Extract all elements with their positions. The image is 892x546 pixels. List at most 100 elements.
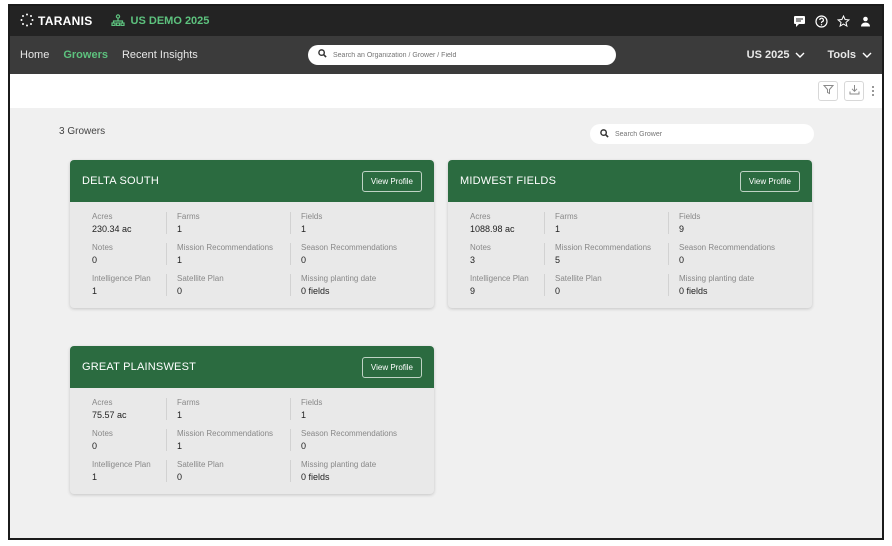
stat-season-recommendations: Season Recommendations 0 (668, 243, 800, 265)
stat-label: Missing planting date (301, 274, 377, 283)
stat-value: 5 (555, 255, 561, 265)
brand-name: TARANIS (38, 14, 93, 28)
stat-label: Acres (92, 212, 113, 221)
grower-card: DELTA SOUTH View Profile Acres 230.34 ac … (70, 160, 434, 308)
help-icon[interactable] (814, 14, 828, 28)
stat-label: Intelligence Plan (92, 274, 151, 283)
stat-label: Mission Recommendations (177, 429, 274, 438)
view-profile-button[interactable]: View Profile (361, 356, 422, 378)
chat-icon[interactable] (792, 14, 806, 28)
stat-value: 1 (177, 255, 183, 265)
season-dropdown[interactable]: US 2025 (747, 49, 806, 61)
star-icon[interactable] (836, 14, 850, 28)
stat-label: Acres (92, 398, 113, 407)
card-header: DELTA SOUTH View Profile (70, 160, 434, 202)
grower-card: GREAT PLAINSWEST View Profile Acres 75.57… (70, 346, 434, 494)
stat-notes: Notes 0 (82, 243, 166, 265)
download-button[interactable] (844, 81, 864, 101)
view-profile-button[interactable]: View Profile (361, 170, 422, 192)
filter-icon (822, 82, 834, 100)
global-search-input[interactable] (333, 51, 606, 59)
tools-dropdown[interactable]: Tools (827, 49, 872, 61)
stat-farms: Farms 1 (166, 398, 290, 420)
stat-farms: Farms 1 (166, 212, 290, 234)
stat-intelligence-plan: Intelligence Plan 1 (82, 274, 166, 296)
stat-value: 0 (301, 441, 307, 451)
organization-icon (110, 13, 125, 29)
stat-label: Notes (92, 429, 113, 438)
stat-label: Season Recommendations (301, 429, 398, 438)
grower-name: DELTA SOUTH (82, 175, 159, 187)
nav-home[interactable]: Home (20, 49, 49, 61)
main-content: 3 Growers DELTA SOUTH View Profile Acres… (10, 108, 882, 538)
stat-season-recommendations: Season Recommendations 0 (290, 243, 422, 265)
stat-value: 1088.98 ac (470, 224, 515, 234)
stat-value: 0 (679, 255, 685, 265)
stat-value: 1 (555, 224, 561, 234)
stat-value: 0 fields (301, 286, 330, 296)
top-icons (792, 14, 872, 28)
stat-label: Notes (92, 243, 113, 252)
stat-missing-planting-date: Missing planting date 0 fields (290, 274, 422, 296)
filter-button[interactable] (818, 81, 838, 101)
nav-bar: Home Growers Recent Insights US 2025 Too… (10, 36, 882, 74)
stat-acres: Acres 75.57 ac (82, 398, 166, 420)
stat-value: 0 (92, 441, 98, 451)
stat-intelligence-plan: Intelligence Plan 9 (460, 274, 544, 296)
grower-search-input[interactable] (615, 130, 804, 138)
user-icon[interactable] (858, 14, 872, 28)
stat-fields: Fields 1 (290, 212, 422, 234)
stat-label: Farms (177, 212, 200, 221)
chevron-down-icon (795, 49, 805, 61)
taranis-logo-icon (20, 13, 34, 30)
stat-value: 9 (679, 224, 685, 234)
stat-label: Missing planting date (679, 274, 755, 283)
stat-label: Fields (301, 398, 323, 407)
stat-acres: Acres 230.34 ac (82, 212, 166, 234)
stat-value: 1 (92, 286, 98, 296)
stat-label: Satellite Plan (177, 460, 224, 469)
stat-satellite-plan: Satellite Plan 0 (166, 460, 290, 482)
org-selector[interactable]: US DEMO 2025 (110, 13, 210, 29)
card-header: MIDWEST FIELDS View Profile (448, 160, 812, 202)
view-profile-button[interactable]: View Profile (739, 170, 800, 192)
stat-label: Notes (470, 243, 491, 252)
stat-mission-recommendations: Mission Recommendations 1 (166, 243, 290, 265)
grower-name: MIDWEST FIELDS (460, 175, 557, 187)
stat-value: 9 (470, 286, 476, 296)
grower-search (590, 124, 814, 144)
stat-value: 230.34 ac (92, 224, 132, 234)
stat-farms: Farms 1 (544, 212, 668, 234)
search-icon (318, 49, 327, 61)
nav-growers[interactable]: Growers (63, 49, 108, 61)
stat-season-recommendations: Season Recommendations 0 (290, 429, 422, 451)
stat-satellite-plan: Satellite Plan 0 (166, 274, 290, 296)
stat-label: Acres (470, 212, 491, 221)
stat-value: 1 (301, 410, 307, 420)
grower-count: 3 Growers (59, 126, 106, 137)
download-icon (849, 82, 860, 100)
stat-acres: Acres 1088.98 ac (460, 212, 544, 234)
stat-value: 1 (177, 410, 183, 420)
stat-value: 0 (177, 286, 183, 296)
nav-right: US 2025 Tools (747, 49, 872, 61)
stat-label: Missing planting date (301, 460, 377, 469)
stat-value: 1 (177, 441, 183, 451)
global-search (308, 45, 616, 65)
grower-name: GREAT PLAINSWEST (82, 361, 197, 373)
stat-label: Farms (177, 398, 200, 407)
org-name: US DEMO 2025 (130, 15, 210, 27)
stat-fields: Fields 1 (290, 398, 422, 420)
stat-missing-planting-date: Missing planting date 0 fields (668, 274, 800, 296)
stat-label: Intelligence Plan (470, 274, 529, 283)
nav-recent-insights[interactable]: Recent Insights (122, 49, 198, 61)
stat-label: Farms (555, 212, 578, 221)
more-menu-icon[interactable] (870, 86, 876, 96)
chevron-down-icon (862, 49, 872, 61)
stat-value: 0 (92, 255, 98, 265)
stat-value: 3 (470, 255, 476, 265)
brand-logo[interactable]: TARANIS (20, 13, 93, 30)
stat-value: 1 (301, 224, 307, 234)
top-bar: TARANIS US DEMO 2025 (10, 6, 882, 36)
card-stats: Acres 230.34 ac Farms 1 Fields 1 Notes 0 Mis… (70, 202, 434, 308)
